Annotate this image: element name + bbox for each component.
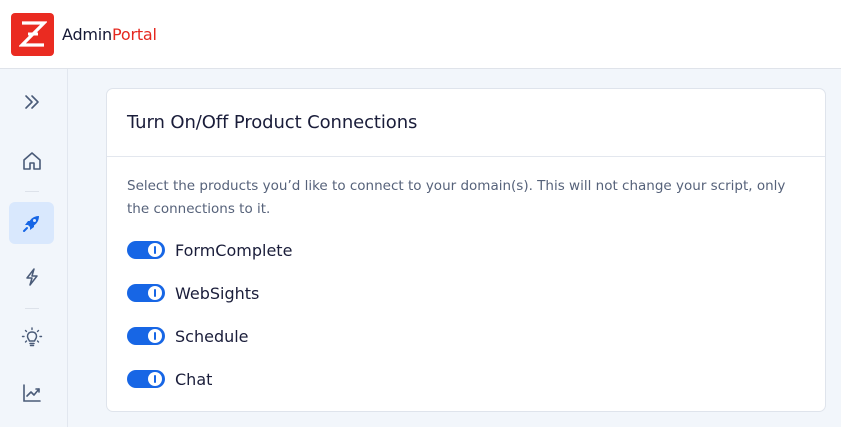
toggle-knob xyxy=(148,329,162,343)
expand-chevrons-icon xyxy=(24,95,39,109)
home-icon xyxy=(22,152,41,170)
toggle-on-indicator xyxy=(154,246,156,254)
toggle-on-indicator xyxy=(154,375,156,383)
card-header: Turn On/Off Product Connections xyxy=(107,89,825,157)
formcomplete-toggle[interactable] xyxy=(127,241,165,259)
sidebar-item-home[interactable] xyxy=(9,140,54,182)
toggle-on-indicator xyxy=(154,289,156,297)
logo-z-icon xyxy=(18,21,47,47)
brand-logo[interactable] xyxy=(11,12,54,56)
brand-name: AdminPortal xyxy=(62,25,157,44)
product-label: WebSights xyxy=(175,283,260,303)
product-label: Chat xyxy=(175,369,213,389)
sidebar-item-actions[interactable] xyxy=(9,256,54,298)
product-row-chat: Chat xyxy=(127,368,212,390)
lightning-icon xyxy=(25,268,38,286)
sidebar-divider xyxy=(25,191,39,192)
product-row-websights: WebSights xyxy=(127,282,259,304)
top-header: AdminPortal xyxy=(0,0,841,69)
product-row-formcomplete: FormComplete xyxy=(127,239,292,261)
toggle-on-indicator xyxy=(154,332,156,340)
sidebar-divider xyxy=(25,308,39,309)
product-connections-card: Turn On/Off Product Connections Select t… xyxy=(106,88,826,412)
brand-name-portal: Portal xyxy=(112,24,157,44)
lightbulb-icon xyxy=(21,327,42,347)
card-title: Turn On/Off Product Connections xyxy=(127,112,418,133)
card-description: Select the products you’d like to connec… xyxy=(127,178,786,217)
sidebar-expand-button[interactable] xyxy=(9,81,54,123)
websights-toggle[interactable] xyxy=(127,284,165,302)
rocket-icon xyxy=(22,216,39,232)
sidebar-item-analytics[interactable] xyxy=(9,372,54,414)
sidebar-item-insights[interactable] xyxy=(9,317,54,359)
trend-chart-icon xyxy=(22,384,41,402)
sidebar-item-launch[interactable] xyxy=(9,202,54,244)
brand-name-admin: Admin xyxy=(62,24,112,44)
toggle-knob xyxy=(148,372,162,386)
product-row-schedule: Schedule xyxy=(127,325,249,347)
toggle-knob xyxy=(148,286,162,300)
schedule-toggle[interactable] xyxy=(127,327,165,345)
toggle-knob xyxy=(148,243,162,257)
sidebar xyxy=(0,69,68,427)
chat-toggle[interactable] xyxy=(127,370,165,388)
product-label: Schedule xyxy=(175,326,249,346)
product-label: FormComplete xyxy=(175,240,293,260)
